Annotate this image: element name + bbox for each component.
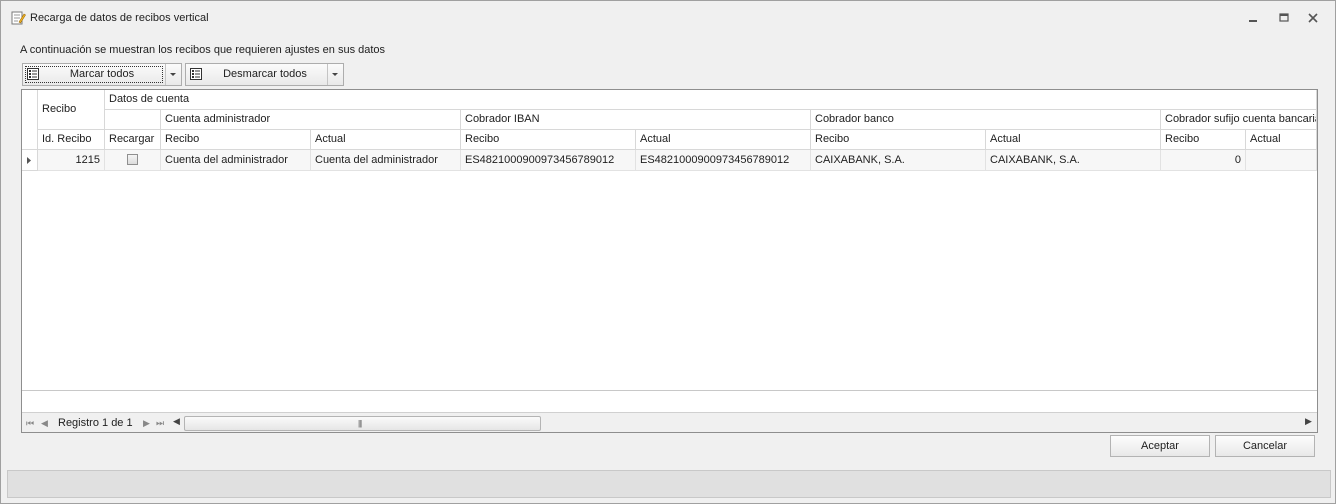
band-cobrador-banco[interactable]: Cobrador banco (811, 110, 1161, 130)
next-record-icon[interactable]: ▶ (143, 418, 150, 429)
unmark-all-dropdown-arrow[interactable] (327, 64, 343, 85)
cell-id-recibo[interactable]: 1215 (38, 150, 105, 171)
cell-recargar[interactable] (105, 150, 161, 171)
unmark-all-label: Desmarcar todos (223, 68, 307, 80)
intro-label: A continuación se muestran los recibos q… (20, 44, 386, 56)
prev-record-icon[interactable]: ◀ (41, 418, 48, 429)
dialog-window: Recarga de datos de recibos vertical A c… (0, 0, 1336, 504)
col-id-recibo[interactable]: Id. Recibo (38, 130, 105, 150)
grid-footer-divider (22, 390, 1317, 391)
cell-admin-actual[interactable]: Cuenta del administrador (311, 150, 461, 171)
col-iban-actual[interactable]: Actual (636, 130, 811, 150)
col-admin-recibo[interactable]: Recibo (161, 130, 311, 150)
cancel-button[interactable]: Cancelar (1215, 435, 1315, 457)
grid-corner (22, 90, 38, 150)
status-bar (7, 470, 1331, 498)
cell-iban-actual[interactable]: ES4821000900973456789012 (636, 150, 811, 171)
cell-sufijo-actual[interactable] (1246, 150, 1317, 171)
scroll-left-icon[interactable]: ◀ (173, 416, 180, 427)
receipts-grid[interactable]: Recibo Datos de cuenta Cuenta administra… (21, 89, 1318, 433)
unmark-all-button[interactable]: Desmarcar todos (186, 64, 327, 85)
col-banco-recibo[interactable]: Recibo (811, 130, 986, 150)
horizontal-scrollbar-thumb[interactable]: ||| (184, 416, 541, 431)
band-empty (105, 110, 161, 130)
mark-all-split-button[interactable]: Marcar todos (22, 63, 182, 86)
row-pointer-icon (27, 157, 31, 164)
scroll-right-icon[interactable]: ▶ (1305, 416, 1312, 427)
col-iban-recibo[interactable]: Recibo (461, 130, 636, 150)
minimize-icon[interactable] (1245, 11, 1261, 25)
cell-sufijo-recibo[interactable]: 0 (1161, 150, 1246, 171)
window-title: Recarga de datos de recibos vertical (30, 12, 209, 24)
cell-banco-recibo[interactable]: CAIXABANK, S.A. (811, 150, 986, 171)
band-recibo[interactable]: Recibo (38, 90, 105, 130)
grid-navigator: ⏮ ◀ Registro 1 de 1 ▶ ⏭ ◀ ||| ▶ (22, 412, 1317, 432)
mark-all-button[interactable]: Marcar todos (23, 64, 165, 85)
first-record-icon[interactable]: ⏮ (26, 418, 34, 429)
cell-admin-recibo[interactable]: Cuenta del administrador (161, 150, 311, 171)
band-cuenta-administrador[interactable]: Cuenta administrador (161, 110, 461, 130)
col-banco-actual[interactable]: Actual (986, 130, 1161, 150)
row-indicator[interactable] (22, 150, 38, 171)
mark-all-label: Marcar todos (69, 68, 135, 80)
band-datos-cuenta[interactable]: Datos de cuenta (105, 90, 1317, 110)
cell-banco-actual[interactable]: CAIXABANK, S.A. (986, 150, 1161, 171)
band-cobrador-sufijo[interactable]: Cobrador sufijo cuenta bancaria (1161, 110, 1317, 130)
col-sufijo-recibo[interactable]: Recibo (1161, 130, 1246, 150)
restore-icon[interactable] (1276, 11, 1292, 25)
close-icon[interactable] (1305, 11, 1321, 25)
band-cobrador-iban[interactable]: Cobrador IBAN (461, 110, 811, 130)
title-bar: Recarga de datos de recibos vertical (1, 1, 1335, 33)
col-admin-actual[interactable]: Actual (311, 130, 461, 150)
unmark-all-split-button[interactable]: Desmarcar todos (185, 63, 344, 86)
cell-iban-recibo[interactable]: ES4821000900973456789012 (461, 150, 636, 171)
checklist-icon (27, 68, 39, 80)
recargar-checkbox[interactable] (127, 154, 138, 165)
checklist-icon (190, 68, 202, 80)
edit-document-icon (11, 11, 26, 25)
mark-all-dropdown-arrow[interactable] (165, 64, 181, 85)
col-recargar[interactable]: Recargar (105, 130, 161, 150)
record-counter: Registro 1 de 1 (58, 417, 133, 429)
last-record-icon[interactable]: ⏭ (156, 418, 164, 429)
scroll-grip-icon: ||| (358, 419, 362, 428)
accept-button[interactable]: Aceptar (1110, 435, 1210, 457)
col-sufijo-actual[interactable]: Actual (1246, 130, 1317, 150)
